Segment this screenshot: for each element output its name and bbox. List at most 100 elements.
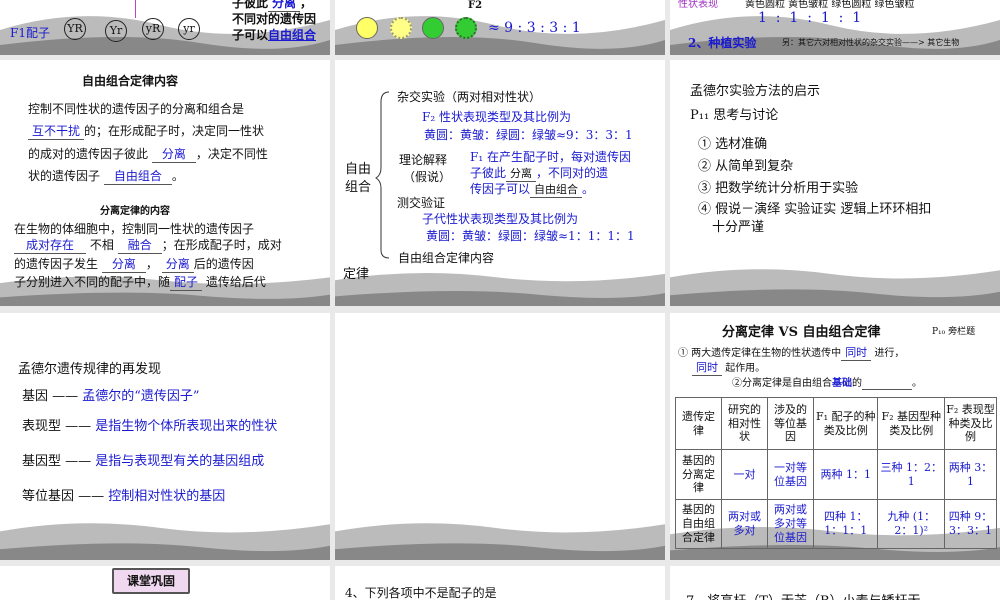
- text: 起作用。: [725, 363, 766, 374]
- heading: 测交验证: [397, 196, 446, 210]
- slide-thumbnail-question4[interactable]: 4、下列各项中不是配子的是: [335, 566, 665, 600]
- text: 后的遗传因: [193, 257, 254, 271]
- mountain-decoration: [335, 523, 665, 560]
- blank-answer: 分离: [101, 255, 146, 273]
- text: 的遗传因子发生: [14, 257, 99, 271]
- subtitle: P₁₁ 思考与讨论: [690, 108, 779, 123]
- definition: 是指与表现型有关的基因组成: [95, 454, 265, 469]
- heading: 自由组合定律内容: [398, 251, 495, 265]
- text: 传因子可以: [470, 182, 531, 196]
- section-title: 分离定律的内容: [100, 206, 170, 217]
- ratio-text: 1 : 1 : 1 : 1: [758, 10, 862, 26]
- brace-icon: [375, 91, 390, 259]
- text: F₁ 在产生配子时，每对遗传因: [470, 150, 631, 164]
- table-header: 遗传定律: [675, 397, 722, 450]
- gamete-circle: Yr: [105, 20, 127, 42]
- term: 表现型 ——: [22, 419, 92, 434]
- slide-thumbnail-law-content[interactable]: 自由组合定律内容 控制不同性状的遗传因子的分离和组合是 互不干扰 的；在形成配子时…: [0, 60, 330, 306]
- blank-answer: 分离: [151, 145, 196, 163]
- text: 。: [582, 182, 595, 196]
- text: 黄圆：黄皱：绿圆：绿皱≈1：1：1：1: [426, 229, 635, 243]
- term: 基因型 ——: [22, 454, 92, 469]
- text: 黄圆：黄皱：绿圆：绿皱≈9：3：3：1: [424, 128, 633, 142]
- section-heading: 2、种植实验: [688, 36, 757, 50]
- phenotype-label: 性状表现: [678, 0, 718, 10]
- blank-answer: 同时: [692, 359, 722, 376]
- blank-answer: 互不干扰: [28, 122, 85, 140]
- term: 等位基因 ——: [22, 489, 105, 504]
- table-header: 涉及的等位基因: [767, 397, 814, 450]
- blank-answer: 成对存在: [14, 236, 87, 254]
- text: 遗传给后代: [205, 275, 266, 289]
- label: 自由: [345, 162, 372, 177]
- slide-title: 自由组合定律内容: [82, 74, 179, 88]
- text: ，: [145, 257, 158, 271]
- text: ，: [300, 0, 313, 10]
- gametes-label: F1配子: [10, 26, 50, 40]
- text: 进行，: [874, 348, 905, 359]
- table-cell: 两对或多对等位基因: [767, 499, 814, 549]
- blank-answer: 自由组合: [268, 28, 317, 42]
- slide-thumbnail-review[interactable]: 课堂巩固: [0, 566, 330, 600]
- list-item: ① 选材准确: [698, 137, 768, 152]
- mountain-decoration: [670, 269, 1000, 306]
- table-cell: 基因的自由组合定律: [675, 499, 722, 549]
- definition: 是指生物个体所表现出来的性状: [95, 419, 278, 434]
- text: ，决定不同性: [195, 147, 268, 161]
- table-cell: 九种 (1：2：1)²: [877, 499, 945, 549]
- table-cell: 一对: [721, 449, 768, 500]
- slide-thumbnail-blank[interactable]: [335, 313, 665, 560]
- table-cell: 两种 1：1: [812, 449, 879, 500]
- slide-thumbnail-testcross[interactable]: 性状表现 黄色圆粒 黄色皱粒 绿色圆粒 绿色皱粒 1 : 1 : 1 : 1 2…: [670, 0, 1000, 55]
- text: ① 两大遗传定律在生物的性状遗传中: [678, 348, 842, 359]
- blank-answer: 自由组合: [103, 167, 172, 185]
- term: 基因 ——: [22, 389, 79, 404]
- table-cell: 四种 9：3：3：1: [944, 499, 997, 549]
- definition: 孟德尔的“遗传因子”: [82, 389, 200, 404]
- table-header: F₂ 表现型种类及比例: [944, 397, 997, 450]
- text: 控制不同性状的遗传因子的分离和组合是: [28, 102, 245, 116]
- gamete-circle: YR: [64, 18, 86, 40]
- table-cell: 两对或多对: [721, 499, 768, 549]
- slide-thumbnail-method[interactable]: 孟德尔实验方法的启示 P₁₁ 思考与讨论 ① 选材准确 ② 从简单到复杂 ③ 把…: [670, 60, 1000, 306]
- question-text: 4、下列各项中不是配子的是: [345, 586, 497, 600]
- blank-answer: 融合: [117, 236, 162, 254]
- text: 的成对的遗传因子彼此: [28, 147, 149, 161]
- table-cell: 一对等位基因: [767, 449, 814, 500]
- mountain-decoration: [335, 272, 665, 306]
- ratio-text: ≈ 9 : 3 : 3 : 1: [488, 20, 581, 36]
- text: 不相: [89, 238, 114, 252]
- slide-title: 孟德尔遗传规律的再发现: [18, 362, 162, 377]
- table-row: 基因的自由组合定律 两对或多对 两对或多对等位基因 四种 1：1：1：1 九种 …: [675, 499, 997, 549]
- slide-thumbnail-f2[interactable]: F2 ≈ 9 : 3 : 3 : 1: [335, 0, 665, 55]
- review-badge: 课堂巩固: [112, 568, 190, 594]
- text: 。: [912, 378, 922, 389]
- slide-thumbnail-comparison[interactable]: 分离定律 VS 自由组合定律 P₁₀ 旁栏题 ① 两大遗传定律在生物的性状遗传中…: [670, 313, 1000, 560]
- table-row: 基因的分离定律 一对 一对等位基因 两种 1：1 三种 1：2：1 两种 3：1: [675, 449, 997, 500]
- slide-thumbnail-gametes[interactable]: F1配子 YR Yr yR yr 子彼此 分离， 不同对的遗传因 子可以自由组合: [0, 0, 330, 55]
- table-cell: 三种 1：2：1: [877, 449, 945, 500]
- green-wrinkled-pea: [455, 17, 477, 39]
- f2-label: F2: [468, 0, 483, 11]
- table-cell: 四种 1：1：1：1: [812, 499, 879, 549]
- slide-thumbnail-rediscovery[interactable]: 孟德尔遗传规律的再发现 基因 —— 孟德尔的“遗传因子” 表现型 —— 是指生物…: [0, 313, 330, 560]
- heading: （假说）: [403, 170, 452, 184]
- list-item: ② 从简单到复杂: [698, 159, 794, 174]
- text: 子分别进入不同的配子中，随: [14, 275, 171, 289]
- blank-answer: 基础: [832, 378, 852, 389]
- text: 在生物的体细胞中，控制同一性状的遗传因子: [14, 222, 255, 236]
- blank-answer: 配子: [170, 273, 203, 291]
- slide-thumbnail-free-combination[interactable]: 自由 组合 定律 杂交实验（两对相对性状） F₂ 性状表现类型及其比例为 黄圆：…: [335, 60, 665, 306]
- slide-title: 分离定律 VS 自由组合定律: [722, 325, 881, 340]
- gamete-circle: yr: [178, 18, 200, 40]
- slide-thumbnail-question7[interactable]: 7、将高杆（T）无芒（B）小麦与矮杆无: [670, 566, 1000, 600]
- phenotypes: 黄色圆粒 黄色皱粒 绿色圆粒 绿色皱粒: [745, 0, 915, 10]
- table-cell: 基因的分离定律: [675, 449, 722, 500]
- text: 。: [171, 169, 184, 183]
- text: 子彼此: [470, 166, 507, 180]
- mountain-decoration: [0, 523, 330, 560]
- list-item: ④ 假说－演绎 实验证实 逻辑上环环相扣: [698, 202, 932, 217]
- gamete-circle: yR: [142, 18, 164, 40]
- yellow-wrinkled-pea: [390, 17, 412, 39]
- text: 的: [852, 378, 862, 389]
